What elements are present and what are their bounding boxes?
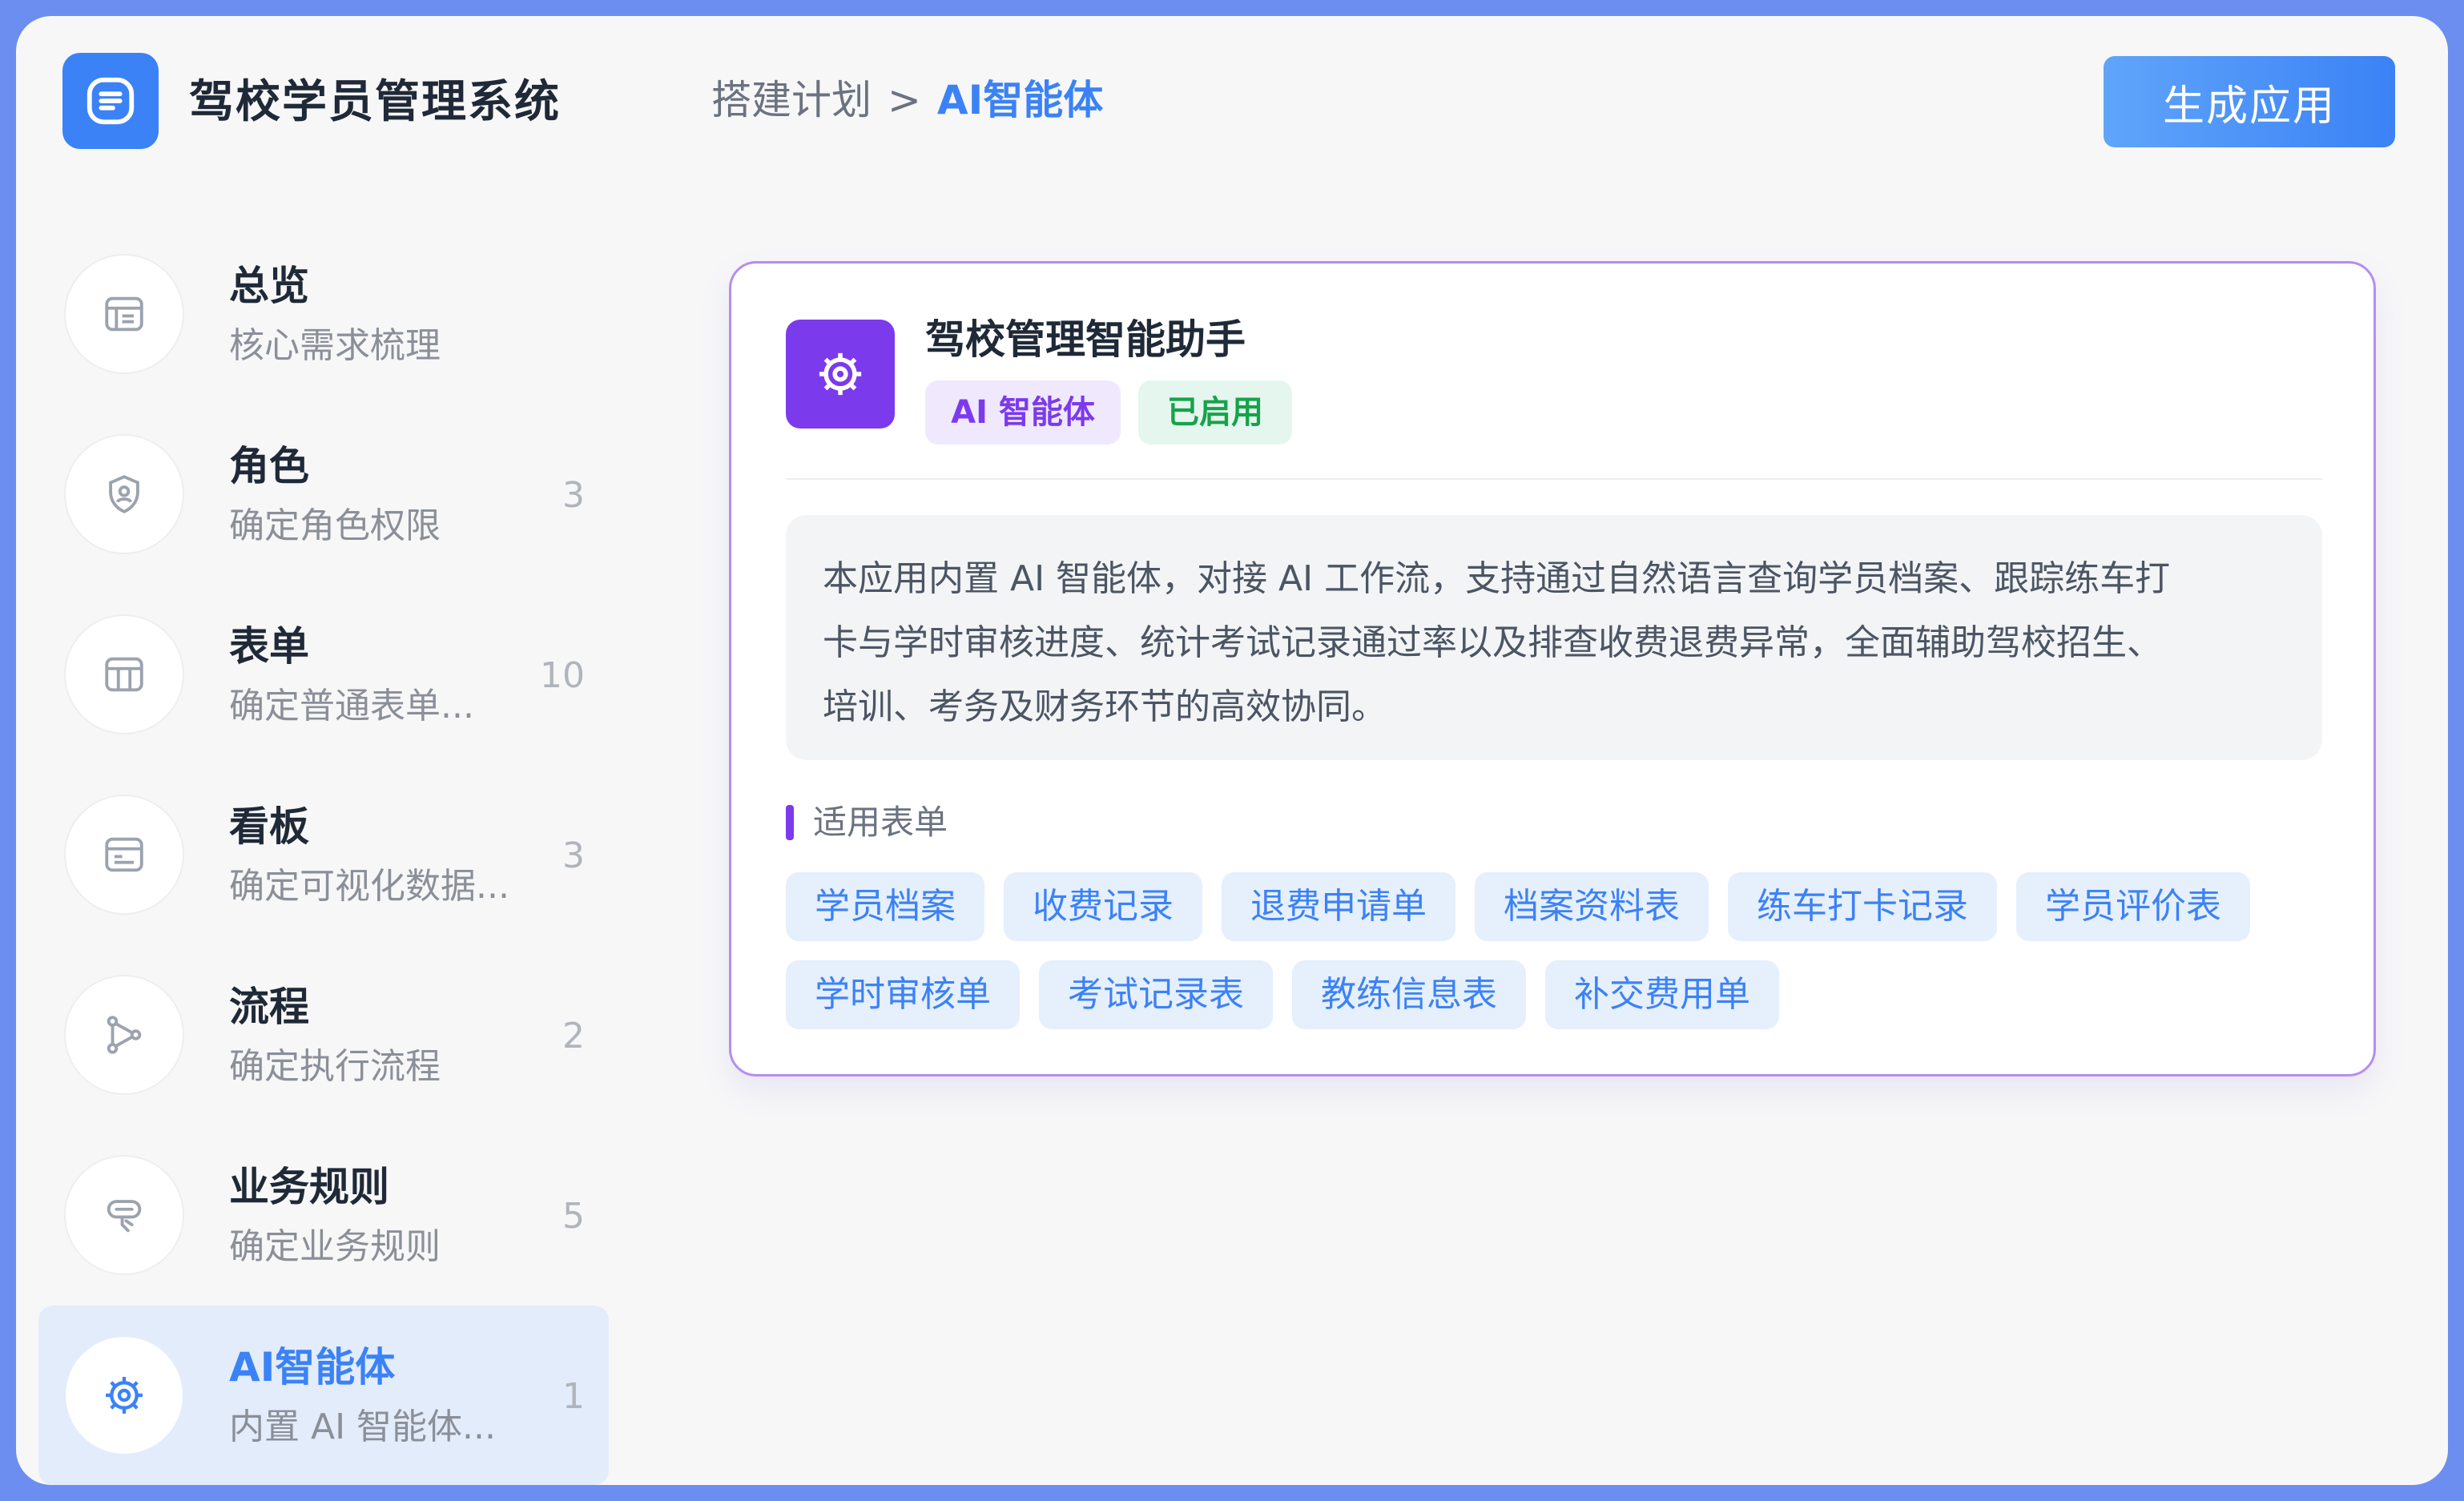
workflow-icon [107, 1016, 142, 1054]
agent-avatar [786, 320, 895, 429]
layout-icon [105, 296, 143, 332]
nav-subtitle: 确定执行流程 [229, 1046, 441, 1087]
nav-title: 总览 [229, 263, 309, 309]
status-badge: 已启用 [1138, 380, 1292, 445]
form-tag[interactable]: 练车打卡记录 [1728, 872, 1997, 941]
form-tag[interactable]: 学时审核单 [786, 960, 1020, 1029]
nav-count: 2 [562, 1016, 585, 1056]
section-title: 适用表单 [813, 803, 948, 842]
nav-count: 1 [562, 1376, 585, 1417]
nav-icon-circle [64, 434, 184, 554]
form-tag-list: 学员档案 收费记录 退费申请单 档案资料表 练车打卡记录 学员评价表 学时审核单… [786, 872, 2340, 1029]
table-icon [105, 657, 143, 692]
nav-title: AI智能体 [229, 1344, 396, 1390]
agent-type-badge: AI 智能体 [925, 380, 1121, 445]
breadcrumb-separator: > [888, 77, 921, 123]
nav-icon-circle [64, 1335, 184, 1455]
agent-description: 本应用内置 AI 智能体，对接 AI 工作流，支持通过自然语言查询学员档案、跟踪… [786, 515, 2322, 760]
nav-count: 3 [562, 835, 585, 876]
form-tag[interactable]: 收费记录 [1004, 872, 1202, 941]
nav-count: 5 [562, 1196, 585, 1237]
agent-name: 驾校管理智能助手 [925, 316, 1246, 363]
nav-subtitle: 确定业务规则 [229, 1226, 441, 1267]
nav-title: 流程 [229, 984, 309, 1030]
description-line: 培训、考务及财务环节的高效协同。 [823, 686, 1387, 727]
description-line: 本应用内置 AI 智能体，对接 AI 工作流，支持通过自然语言查询学员档案、跟踪… [823, 558, 2171, 599]
rule-icon [107, 1200, 142, 1233]
agent-card[interactable]: 驾校管理智能助手 AI 智能体 已启用 本应用内置 AI 智能体，对接 AI 工… [729, 261, 2376, 1076]
app-title: 驾校学员管理系统 [189, 76, 561, 128]
nav-subtitle: 确定角色权限 [229, 505, 441, 546]
breadcrumb-parent[interactable]: 搭建计划 [711, 80, 872, 120]
form-tag[interactable]: 教练信息表 [1292, 960, 1526, 1029]
form-tag[interactable]: 退费申请单 [1222, 872, 1455, 941]
nav-title: 看板 [229, 803, 309, 850]
nav-icon-circle [64, 254, 184, 374]
gear-icon [819, 352, 862, 396]
applicable-forms-label: 适用表单 [786, 805, 948, 840]
form-tag[interactable]: 档案资料表 [1475, 872, 1709, 941]
nav-subtitle: 内置 AI 智能体... [229, 1406, 497, 1447]
app-logo [62, 53, 159, 149]
generate-app-button[interactable]: 生成应用 [2104, 56, 2395, 147]
dashboard-icon [105, 837, 143, 872]
nav-icon-circle [64, 795, 184, 915]
breadcrumb-current: AI智能体 [936, 77, 1104, 123]
sidebar-item-overview[interactable]: 总览 核心需求梳理 [38, 224, 609, 404]
sidebar-item-dashboards[interactable]: 看板 确定可视化数据... 3 [38, 765, 609, 944]
nav-count: 3 [562, 475, 585, 516]
description-line: 卡与学时审核进度、统计考试记录通过率以及排查收费退费异常，全面辅助驾校招生、 [823, 622, 2162, 663]
nav-icon-circle [64, 1155, 184, 1275]
form-tag[interactable]: 考试记录表 [1039, 960, 1273, 1029]
sidebar-item-forms[interactable]: 表单 确定普通表单... 10 [38, 585, 609, 764]
shield-user-icon [109, 475, 139, 513]
nav-count: 10 [540, 655, 585, 696]
divider [786, 478, 2322, 480]
nav-subtitle: 确定可视化数据... [229, 866, 509, 907]
form-tag[interactable]: 学员评价表 [2016, 872, 2250, 941]
nav-icon-circle [64, 614, 184, 734]
nav-title: 表单 [229, 623, 309, 670]
nav-title: 角色 [229, 443, 309, 489]
nav-icon-circle [64, 975, 184, 1095]
form-tag[interactable]: 补交费用单 [1545, 960, 1779, 1029]
sidebar-item-ai-agent[interactable]: AI智能体 内置 AI 智能体... 1 [38, 1306, 609, 1485]
sidebar-item-roles[interactable]: 角色 确定角色权限 3 [38, 404, 609, 584]
nav-title: 业务规则 [229, 1164, 389, 1210]
breadcrumb: 搭建计划 > AI智能体 [711, 80, 1103, 120]
section-marker [786, 805, 794, 840]
nav-subtitle: 确定普通表单... [229, 686, 474, 726]
sidebar-item-business-rules[interactable]: 业务规则 确定业务规则 5 [38, 1125, 609, 1305]
sidebar-item-workflows[interactable]: 流程 确定执行流程 2 [38, 945, 609, 1125]
nav-subtitle: 核心需求梳理 [229, 325, 441, 366]
form-tag[interactable]: 学员档案 [786, 872, 984, 941]
document-icon [87, 77, 135, 125]
gear-icon [106, 1377, 143, 1414]
app-window: 驾校学员管理系统 搭建计划 > AI智能体 生成应用 总览 核心需求梳理 角色 … [16, 16, 2448, 1485]
